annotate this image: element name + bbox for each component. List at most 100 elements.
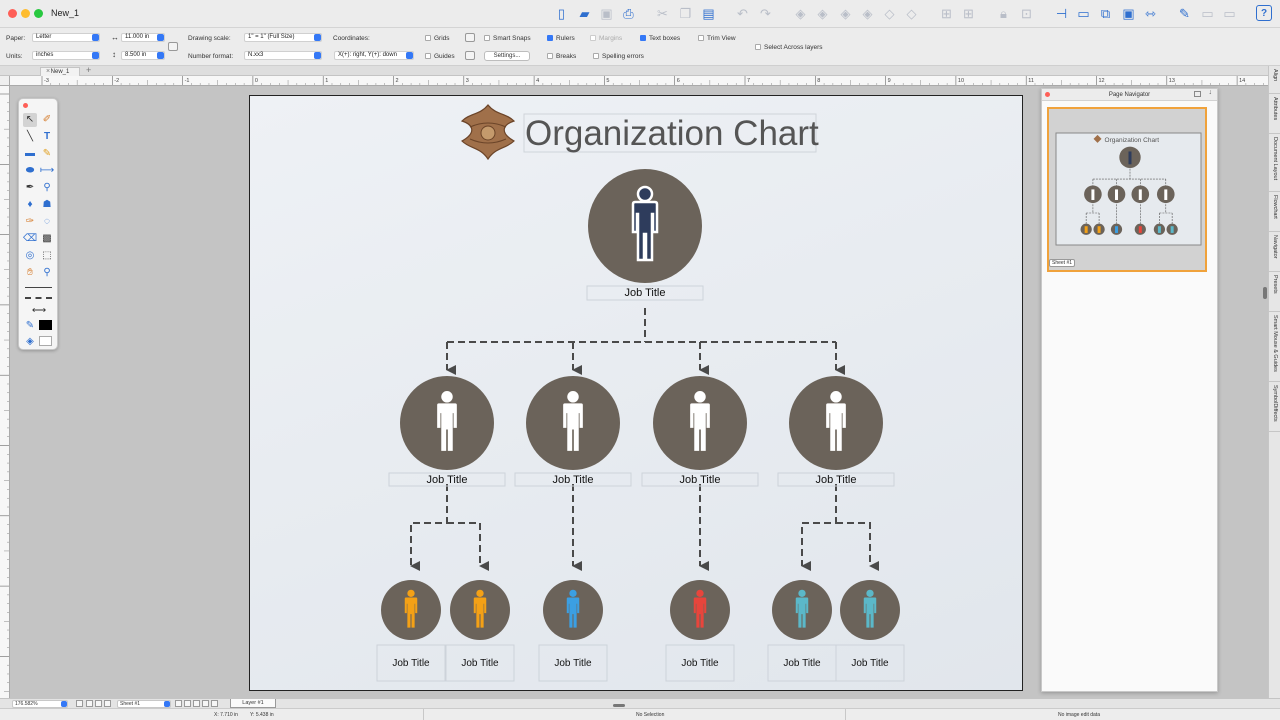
pen-color-swatch[interactable]	[39, 320, 52, 330]
side-tab-document-layout[interactable]: Document Layout	[1269, 134, 1280, 192]
navigator-pin-icon[interactable]: ↓	[1209, 89, 1213, 96]
page-next-icon[interactable]	[104, 700, 111, 707]
side-tab-align[interactable]: Align	[1269, 66, 1280, 94]
picture-icon[interactable]: ▣	[1120, 5, 1137, 22]
page-prev-icon[interactable]	[95, 700, 102, 707]
side-tab-smart-mouse[interactable]: Smart Mouse & Guides	[1269, 312, 1280, 382]
document-tab[interactable]: × New_1	[40, 67, 80, 76]
guide-settings-icon[interactable]	[465, 51, 475, 60]
copy-icon[interactable]: ❐	[677, 5, 694, 22]
horizontal-ruler[interactable]: -3 -2 -1 0 1 2 3 4 5 6 7 8 9 10 11 12 13 14	[10, 76, 1268, 86]
spelling-checkbox[interactable]	[593, 53, 599, 59]
minimize-window-button[interactable]	[21, 9, 30, 18]
org-node[interactable]: Job Title	[767, 580, 837, 682]
navigator-view-icon[interactable]	[1194, 91, 1201, 97]
eyedropper-tool-icon[interactable]: ⚲	[40, 181, 54, 195]
screen-icon[interactable]: ▭	[1221, 5, 1238, 22]
fill-bucket-icon[interactable]: ◈	[23, 335, 37, 349]
side-tab-flowchart[interactable]: Flowchart	[1269, 192, 1280, 232]
circle-tool-icon[interactable]: ◌	[40, 215, 54, 229]
cut-icon[interactable]: ✂	[654, 5, 671, 22]
pencil-tool-icon[interactable]: ✎	[40, 147, 54, 161]
settings-button[interactable]: Settings...	[484, 51, 530, 61]
arrowhead-style-icon[interactable]: ⟷	[29, 304, 49, 318]
ellipse-tool-icon[interactable]: ⬬	[23, 164, 37, 178]
sheet-first-icon[interactable]	[184, 700, 191, 707]
vertical-scrollbar-thumb[interactable]	[1263, 287, 1267, 299]
new-document-icon[interactable]: ▯	[553, 5, 570, 22]
line-tool-icon[interactable]: ╲	[23, 130, 37, 144]
zoom-fit-icon[interactable]	[76, 700, 83, 707]
number-format-select[interactable]: N.xx3	[244, 51, 322, 60]
smart-snaps-checkbox[interactable]	[484, 35, 490, 41]
side-tab-navigator[interactable]: Navigator	[1269, 232, 1280, 272]
arrange-front-icon[interactable]: ◈	[792, 5, 809, 22]
org-node[interactable]: Job Title	[376, 580, 446, 682]
paper-select[interactable]: Letter	[32, 33, 100, 42]
stamp-tool-icon[interactable]: ▩	[40, 232, 54, 246]
redo-icon[interactable]: ↷	[757, 5, 774, 22]
eraser-tool-icon[interactable]: ⌫	[23, 232, 37, 246]
layers-icon[interactable]: ◇	[881, 5, 898, 22]
arrange-backward-icon[interactable]: ◈	[837, 5, 854, 22]
image-edit-icon[interactable]: ⧉	[1097, 5, 1114, 22]
undo-icon[interactable]: ↶	[734, 5, 751, 22]
add-tab-icon[interactable]: +	[86, 65, 91, 75]
save-icon[interactable]: ▣	[598, 5, 615, 22]
side-tab-presets[interactable]: Presets	[1269, 272, 1280, 312]
lock-icon[interactable]: 🔒︎	[995, 5, 1012, 22]
unlock-icon[interactable]: ⊡	[1018, 5, 1035, 22]
scale-select[interactable]: 1" = 1" (Full Size)	[244, 33, 322, 42]
fill-color-swatch[interactable]	[39, 336, 52, 346]
link-dimensions-icon[interactable]	[168, 42, 178, 51]
org-node[interactable]: Job Title	[514, 376, 632, 487]
arrange-back-icon[interactable]: ◈	[859, 5, 876, 22]
lasso-tool-icon[interactable]: ◎	[23, 249, 37, 263]
select-across-layers-checkbox[interactable]	[755, 44, 761, 50]
org-node[interactable]: Job Title	[777, 376, 895, 487]
vertical-ruler[interactable]	[0, 86, 10, 700]
edit-icon[interactable]: ✎	[1176, 5, 1193, 22]
shape-tool-icon[interactable]: ☗	[40, 198, 54, 212]
rectangle-tool-icon[interactable]: ▬	[23, 147, 37, 161]
arrange-forward-icon[interactable]: ◈	[814, 5, 831, 22]
rulers-checkbox[interactable]	[547, 35, 553, 41]
hand-tool-icon[interactable]: ✋︎	[23, 266, 37, 280]
sheet-select[interactable]: Sheet #1	[117, 700, 171, 708]
pen-tool-icon[interactable]: ✒	[23, 181, 37, 195]
zoom-window-button[interactable]	[34, 9, 43, 18]
horizontal-scrollbar-thumb[interactable]	[613, 704, 625, 707]
org-node[interactable]: Job Title	[538, 580, 608, 682]
org-node[interactable]: Job Title	[835, 580, 905, 682]
dimension-tool-icon[interactable]: ⟼	[40, 164, 54, 178]
navigator-page-thumbnail[interactable]: Organization Chart	[1047, 107, 1207, 272]
frame-icon[interactable]: ▭	[1075, 5, 1092, 22]
fit-width-icon[interactable]: ⇿	[1142, 5, 1159, 22]
org-node[interactable]: Job Title	[445, 580, 515, 682]
trim-view-checkbox[interactable]	[698, 35, 704, 41]
coordinates-select[interactable]: X(+): right, Y(+): down	[334, 51, 414, 60]
guides-checkbox[interactable]	[425, 53, 431, 59]
close-window-button[interactable]	[8, 9, 17, 18]
units-select[interactable]: inches	[32, 51, 100, 60]
sheet-add-icon[interactable]	[175, 700, 182, 707]
org-node[interactable]: Job Title	[388, 376, 506, 487]
paste-icon[interactable]: ▤	[700, 5, 717, 22]
pen-color-icon[interactable]: ✎	[23, 319, 37, 333]
org-node[interactable]: Job Title	[665, 580, 735, 682]
brush-tool-icon[interactable]: ✐	[40, 113, 54, 127]
margins-checkbox[interactable]	[590, 35, 596, 41]
width-field[interactable]: 11.000 in	[121, 33, 165, 42]
arrow-tool-icon[interactable]: ↖	[23, 113, 37, 127]
zoom-tool-icon[interactable]: ⚲	[40, 266, 54, 280]
ungroup-icon[interactable]: ⊞	[960, 5, 977, 22]
text-boxes-checkbox[interactable]	[640, 35, 646, 41]
sheet-next-icon[interactable]	[202, 700, 209, 707]
align-icon[interactable]: ⊣	[1053, 5, 1070, 22]
text-tool-icon[interactable]: T	[40, 130, 54, 144]
height-field[interactable]: 8.500 in	[121, 51, 165, 60]
layer-tab[interactable]: Layer #1	[230, 699, 276, 708]
brush-alt-tool-icon[interactable]: ✑	[23, 215, 37, 229]
marquee-tool-icon[interactable]: ⬚	[40, 249, 54, 263]
grid-settings-icon[interactable]	[465, 33, 475, 42]
